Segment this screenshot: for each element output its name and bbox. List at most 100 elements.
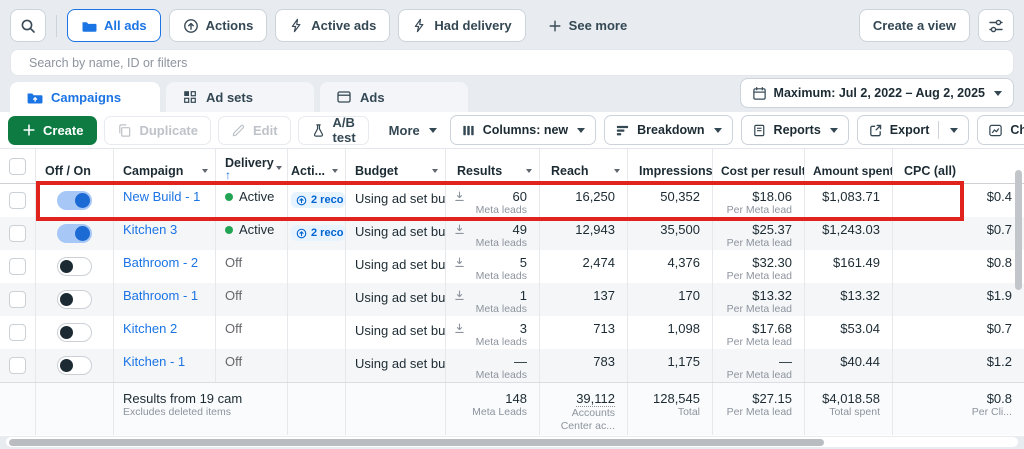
campaign-link[interactable]: Kitchen 3 [123, 222, 177, 237]
recommendations-badge[interactable]: 2 reco [291, 192, 345, 208]
horizontal-scrollbar-track[interactable] [6, 437, 1018, 447]
header-reach[interactable]: Reach [540, 149, 628, 183]
main-panel: Create Duplicate Edit A/B test More Colu… [0, 112, 1024, 436]
see-more-button[interactable]: See more [534, 9, 642, 42]
campaign-link[interactable]: New Build - 1 [123, 189, 200, 204]
campaign-toggle[interactable] [57, 323, 92, 342]
table-body: New Build - 1 Active 2 reco Using ad set… [0, 181, 1024, 382]
breakdown-button[interactable]: Breakdown [604, 115, 733, 145]
download-icon[interactable] [454, 191, 465, 202]
campaign-toggle[interactable] [57, 257, 92, 276]
header-budget[interactable]: Budget [346, 149, 446, 183]
create-label: Create [43, 122, 84, 138]
create-button[interactable]: Create [8, 115, 98, 145]
header-impressions[interactable]: Impressions [628, 149, 713, 183]
footer-reach[interactable]: 39,112 [576, 391, 615, 407]
campaign-toggle[interactable] [57, 356, 92, 375]
filter-had-delivery[interactable]: Had delivery [398, 9, 526, 42]
row-checkbox[interactable] [9, 324, 26, 341]
footer-cpc: $0.8 [986, 391, 1012, 406]
chevron-down-icon[interactable] [950, 127, 959, 133]
campaign-link[interactable]: Kitchen - 1 [123, 354, 185, 369]
sort-caret-icon [275, 166, 282, 170]
date-range-button[interactable]: Maximum: Jul 2, 2022 – Aug 2, 2025 [739, 78, 1014, 108]
chevron-down-icon [994, 90, 1002, 96]
download-icon[interactable] [454, 323, 465, 334]
toggle-knob [60, 359, 73, 372]
row-checkbox[interactable] [9, 357, 26, 374]
header-cpc[interactable]: CPC (all) [893, 149, 1024, 183]
filter-active-ads[interactable]: Active ads [275, 9, 391, 42]
amount-spent-value: $40.44 [840, 354, 880, 369]
duplicate-icon [117, 123, 132, 138]
footer-amount-spent: $4,018.58 [822, 391, 880, 406]
recommendations-badge[interactable]: 2 reco [291, 225, 345, 241]
delivery-status: Off [225, 255, 243, 270]
cpc-value: $0.4 [986, 189, 1012, 204]
tab-campaigns[interactable]: Campaigns [10, 82, 160, 112]
columns-icon [461, 123, 476, 138]
view-settings-button[interactable] [978, 9, 1014, 42]
chevron-down-icon [428, 127, 437, 133]
table-row: New Build - 1 Active 2 reco Using ad set… [0, 181, 1024, 221]
reach-value: 137 [593, 288, 615, 303]
campaign-toggle[interactable] [57, 191, 92, 210]
campaign-toggle[interactable] [57, 290, 92, 309]
plus-icon [22, 123, 36, 137]
ab-test-button[interactable]: A/B test [297, 115, 369, 145]
edit-label: Edit [252, 122, 278, 138]
amount-spent-value: $13.32 [840, 288, 880, 303]
cpc-value: $0.8 [986, 255, 1012, 270]
header-campaign[interactable]: Campaign [114, 149, 216, 183]
amount-spent-value: $53.04 [840, 321, 880, 336]
table-row: Bathroom - 1 Off Using ad set bu... 1 Me… [0, 283, 1024, 316]
columns-button[interactable]: Columns: new [449, 115, 597, 145]
header-off-on: Off / On [36, 149, 114, 183]
row-checkbox[interactable] [9, 291, 26, 308]
campaign-link[interactable]: Kitchen 2 [123, 321, 177, 336]
bolt-icon [289, 18, 304, 33]
tab-ad-sets[interactable]: Ad sets [166, 82, 314, 112]
budget-value: Using ad set bu... [355, 323, 446, 338]
campaign-link[interactable]: Bathroom - 2 [123, 255, 198, 270]
vertical-scrollbar[interactable] [1015, 170, 1022, 290]
download-icon[interactable] [454, 224, 465, 235]
more-button[interactable]: More [375, 115, 450, 145]
row-checkbox[interactable] [9, 258, 26, 275]
campaign-link[interactable]: Bathroom - 1 [123, 288, 198, 303]
export-button-group[interactable]: Export [856, 115, 970, 145]
charts-button[interactable]: Charts [977, 115, 1024, 145]
download-icon[interactable] [454, 290, 465, 301]
delivery-status: Off [225, 321, 243, 336]
horizontal-scrollbar-thumb[interactable] [9, 438, 824, 446]
duplicate-button[interactable]: Duplicate [104, 115, 211, 145]
header-amount-spent[interactable]: Amount spent [805, 149, 893, 183]
header-results[interactable]: Results [446, 149, 540, 183]
reports-button[interactable]: Reports [740, 115, 849, 145]
select-all-checkbox[interactable] [9, 157, 26, 175]
campaign-toggle[interactable] [57, 224, 92, 243]
divider [56, 14, 57, 37]
download-icon[interactable] [454, 257, 465, 268]
budget-value: Using ad set bu... [355, 257, 446, 272]
row-checkbox[interactable] [9, 192, 26, 209]
amount-spent-value: $1,243.03 [822, 222, 880, 237]
filter-all-ads[interactable]: All ads [67, 9, 161, 42]
sort-caret-icon [202, 168, 208, 173]
tab-ads-label: Ads [360, 89, 385, 105]
header-cost-per-result[interactable]: Cost per result [713, 149, 805, 183]
sort-caret-icon [432, 168, 438, 173]
ab-test-label: A/B test [332, 115, 356, 145]
filter-active-ads-label: Active ads [311, 18, 377, 33]
create-view-button[interactable]: Create a view [858, 9, 970, 42]
header-delivery[interactable]: Delivery ↑ [216, 149, 288, 183]
filter-actions[interactable]: Actions [168, 9, 268, 42]
edit-button[interactable]: Edit [217, 115, 291, 145]
tab-ads[interactable]: Ads [320, 82, 468, 112]
header-actions[interactable]: Acti... [288, 149, 346, 183]
search-button[interactable] [10, 9, 46, 42]
delivery-status: Active [225, 222, 287, 237]
row-checkbox[interactable] [9, 225, 26, 242]
cost-per-result-value: $17.68 [752, 321, 792, 336]
search-input[interactable] [10, 49, 1014, 76]
